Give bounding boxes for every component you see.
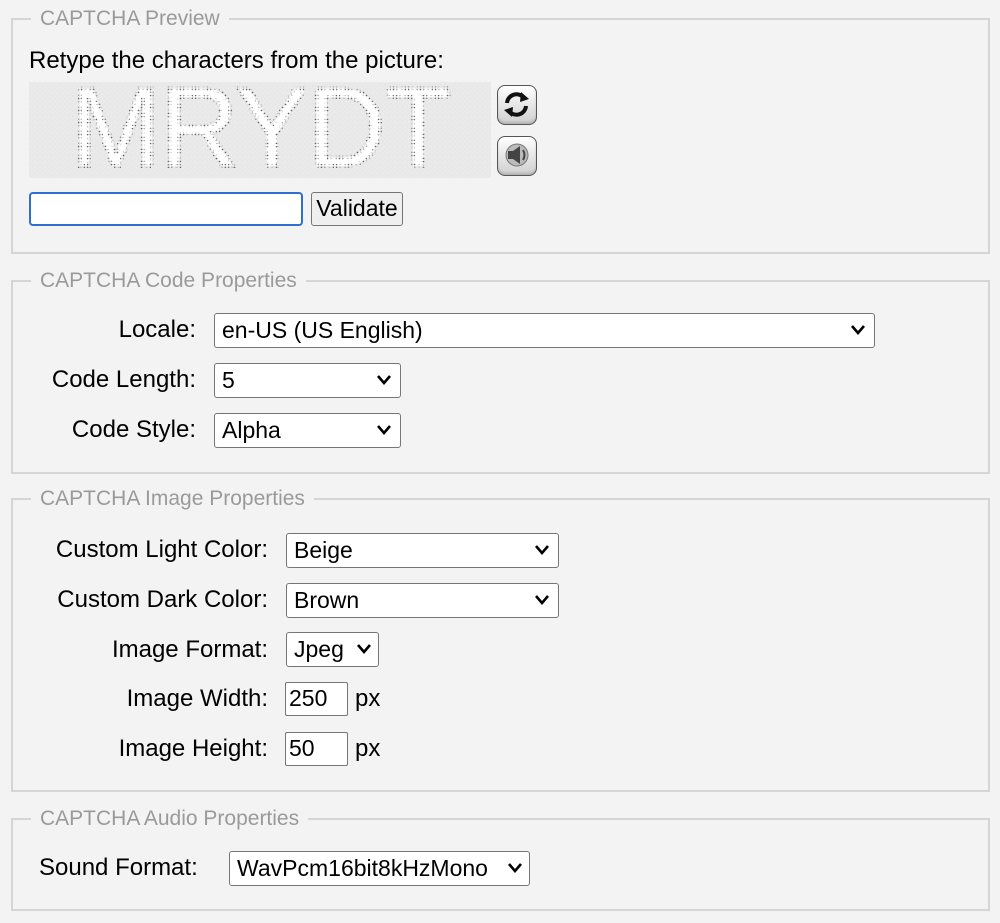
reload-captcha-button[interactable] xyxy=(497,85,537,125)
code-length-label: Code Length: xyxy=(51,366,196,393)
chevron-down-icon xyxy=(851,325,865,335)
locale-select[interactable]: en-US (US English) xyxy=(214,313,875,348)
captcha-preview-legend: CAPTCHA Preview xyxy=(31,6,229,32)
code-properties-legend: CAPTCHA Code Properties xyxy=(31,268,306,294)
chevron-down-icon xyxy=(508,863,522,873)
dark-color-select[interactable]: Brown xyxy=(286,583,559,618)
captcha-text: MRYDT xyxy=(71,82,451,178)
sound-format-label: Sound Format: xyxy=(39,854,198,881)
code-style-value: Alpha xyxy=(222,417,281,443)
image-format-label: Image Format: xyxy=(111,636,268,663)
image-width-label: Image Width: xyxy=(126,685,268,712)
dark-color-label: Custom Dark Color: xyxy=(57,586,268,613)
code-length-value: 5 xyxy=(222,367,235,393)
image-format-value: Jpeg xyxy=(294,636,344,662)
refresh-arrows-icon xyxy=(498,92,535,127)
image-height-unit: px xyxy=(355,735,381,762)
image-width-unit: px xyxy=(355,685,381,712)
chevron-down-icon xyxy=(535,595,549,605)
dark-color-value: Brown xyxy=(294,587,360,613)
audio-properties-legend: CAPTCHA Audio Properties xyxy=(31,806,309,832)
sound-format-select[interactable]: WavPcm16bit8kHzMono xyxy=(229,851,530,886)
play-audio-button[interactable] xyxy=(497,136,537,176)
speaker-icon xyxy=(498,143,535,178)
code-style-select[interactable]: Alpha xyxy=(214,413,401,448)
validate-button[interactable]: Validate xyxy=(311,192,403,226)
image-width-input[interactable]: 250 xyxy=(285,682,348,716)
code-style-label: Code Style: xyxy=(71,416,196,443)
code-length-select[interactable]: 5 xyxy=(214,363,401,398)
captcha-instruction: Retype the characters from the picture: xyxy=(29,47,444,74)
light-color-value: Beige xyxy=(294,537,353,563)
image-height-input[interactable]: 50 xyxy=(285,732,348,766)
image-format-select[interactable]: Jpeg xyxy=(286,632,379,667)
captcha-image: MRYDT xyxy=(29,63,491,192)
image-height-label: Image Height: xyxy=(118,735,268,762)
chevron-down-icon xyxy=(377,425,391,435)
locale-value: en-US (US English) xyxy=(222,317,423,343)
captcha-code-input[interactable] xyxy=(29,192,303,226)
chevron-down-icon xyxy=(357,644,371,654)
sound-format-value: WavPcm16bit8kHzMono xyxy=(237,855,488,881)
locale-label: Locale: xyxy=(118,316,196,343)
chevron-down-icon xyxy=(377,375,391,385)
chevron-down-icon xyxy=(535,545,549,555)
light-color-select[interactable]: Beige xyxy=(286,533,559,568)
image-properties-legend: CAPTCHA Image Properties xyxy=(31,486,314,512)
light-color-label: Custom Light Color: xyxy=(55,536,268,563)
